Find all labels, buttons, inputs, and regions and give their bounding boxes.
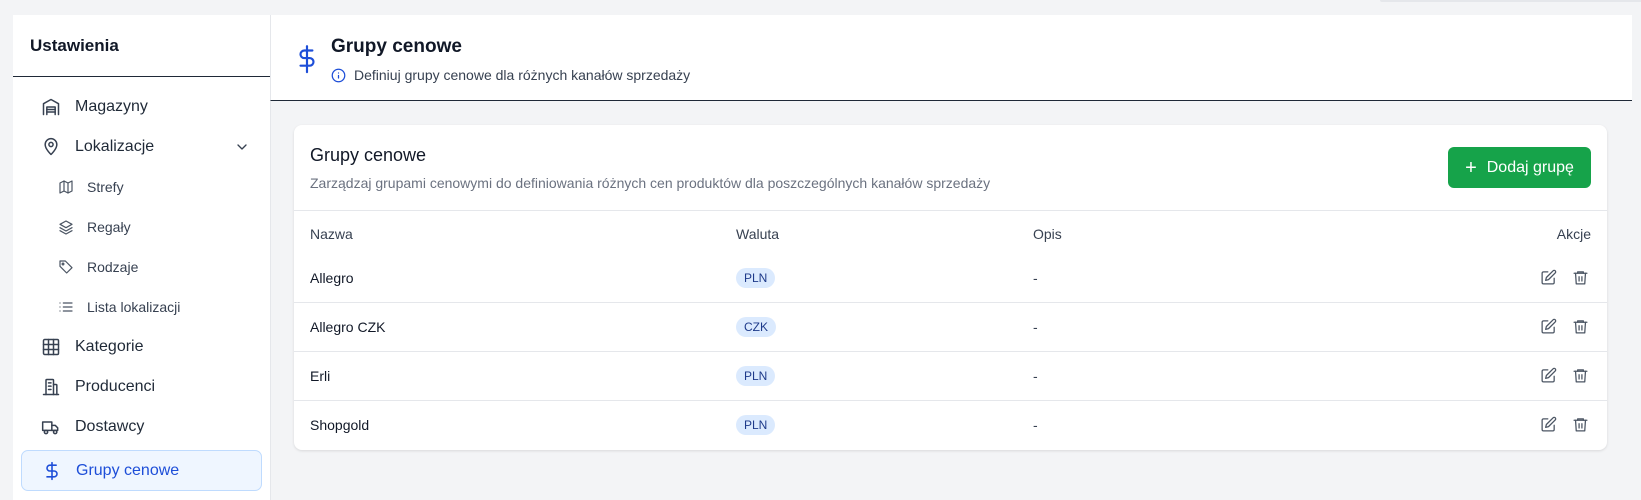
cell-description: - (1033, 319, 1038, 335)
trash-icon[interactable] (1572, 269, 1589, 286)
sidebar-item-label: Lista lokalizacji (87, 299, 181, 315)
tag-icon (58, 259, 74, 275)
map-pin-icon (41, 137, 61, 157)
table-row: Allegro PLN - (294, 254, 1607, 303)
map-icon (58, 179, 74, 195)
trash-icon[interactable] (1572, 416, 1589, 433)
sidebar-item-grupy-cenowe[interactable]: Grupy cenowe (21, 450, 262, 491)
top-edge (1380, 0, 1641, 2)
edit-icon[interactable] (1540, 367, 1557, 384)
currency-badge: PLN (736, 415, 776, 435)
plus-icon: + (1465, 156, 1477, 179)
table-body: Allegro PLN - Allegro CZK CZK - Erli PLN (294, 254, 1607, 450)
sidebar-item-label: Lokalizacje (75, 138, 155, 155)
page-subtitle: Definiuj grupy cenowe dla różnych kanałó… (331, 67, 690, 83)
sidebar-item-label: Grupy cenowe (76, 461, 180, 479)
table-row: Allegro CZK CZK - (294, 303, 1607, 352)
sidebar-item-lokalizacje[interactable]: Lokalizacje (21, 127, 262, 167)
sidebar-nav: Magazyny Lokalizacje Strefy Regały Rodza… (13, 77, 270, 491)
dollar-icon (42, 461, 62, 481)
cell-description: - (1033, 417, 1038, 433)
list-icon (58, 299, 74, 315)
sidebar-item-producenci[interactable]: Producenci (21, 367, 262, 407)
cell-description: - (1033, 368, 1038, 384)
page-title: Grupy cenowe (331, 36, 462, 57)
currency-badge: CZK (736, 317, 776, 337)
column-header-name: Nazwa (310, 226, 353, 242)
trash-icon[interactable] (1572, 367, 1589, 384)
column-header-actions: Akcje (1556, 226, 1591, 242)
sidebar-item-regaly[interactable]: Regały (21, 207, 262, 247)
sidebar-item-lista-lokalizacji[interactable]: Lista lokalizacji (21, 287, 262, 327)
sidebar-item-kategorie[interactable]: Kategorie (21, 327, 262, 367)
column-header-description: Opis (1033, 226, 1062, 242)
sidebar-item-label: Strefy (87, 179, 124, 195)
layers-icon (58, 219, 74, 235)
add-group-button[interactable]: + Dodaj grupę (1448, 147, 1591, 188)
table-row: Shopgold PLN - (294, 401, 1607, 450)
info-icon (331, 68, 346, 83)
edit-icon[interactable] (1540, 269, 1557, 286)
currency-badge: PLN (736, 366, 776, 386)
chevron-down-icon[interactable] (234, 139, 250, 155)
sidebar-item-label: Regały (87, 219, 131, 235)
add-group-label: Dodaj grupę (1486, 158, 1574, 176)
sidebar-title: Ustawienia (13, 15, 270, 77)
page-subtitle-text: Definiuj grupy cenowe dla różnych kanałó… (354, 67, 691, 83)
column-header-currency: Waluta (736, 226, 780, 242)
sidebar-item-rodzaje[interactable]: Rodzaje (21, 247, 262, 287)
sidebar-item-label: Rodzaje (87, 259, 139, 275)
table-header: Nazwa Waluta Opis Akcje (294, 210, 1607, 254)
trash-icon[interactable] (1572, 318, 1589, 335)
building-icon (41, 377, 61, 397)
cell-name: Shopgold (310, 417, 370, 433)
card-title: Grupy cenowe (310, 145, 427, 165)
sidebar-item-label: Dostawcy (75, 418, 145, 435)
cell-name: Allegro CZK (310, 319, 386, 335)
cell-name: Allegro (310, 270, 354, 286)
edit-icon[interactable] (1540, 416, 1557, 433)
sidebar-item-label: Magazyny (75, 98, 148, 115)
price-groups-card: Grupy cenowe Zarządzaj grupami cenowymi … (294, 125, 1607, 450)
sidebar-item-magazyny[interactable]: Magazyny (21, 87, 262, 127)
dollar-icon (294, 44, 320, 74)
currency-badge: PLN (736, 268, 776, 288)
sidebar-item-label: Kategorie (75, 338, 144, 355)
sidebar-item-label: Producenci (75, 378, 156, 395)
cell-description: - (1033, 270, 1038, 286)
grid-icon (41, 337, 61, 357)
sidebar-item-strefy[interactable]: Strefy (21, 167, 262, 207)
page-header: Grupy cenowe Definiuj grupy cenowe dla r… (270, 15, 1632, 101)
sidebar-item-dostawcy[interactable]: Dostawcy (21, 407, 262, 447)
table-row: Erli PLN - (294, 352, 1607, 401)
warehouse-icon (41, 97, 61, 117)
edit-icon[interactable] (1540, 318, 1557, 335)
card-description: Zarządzaj grupami cenowymi do definiowan… (310, 175, 991, 191)
truck-icon (41, 417, 61, 437)
settings-sidebar: Ustawienia Magazyny Lokalizacje Strefy R… (13, 15, 271, 500)
cell-name: Erli (310, 368, 331, 384)
